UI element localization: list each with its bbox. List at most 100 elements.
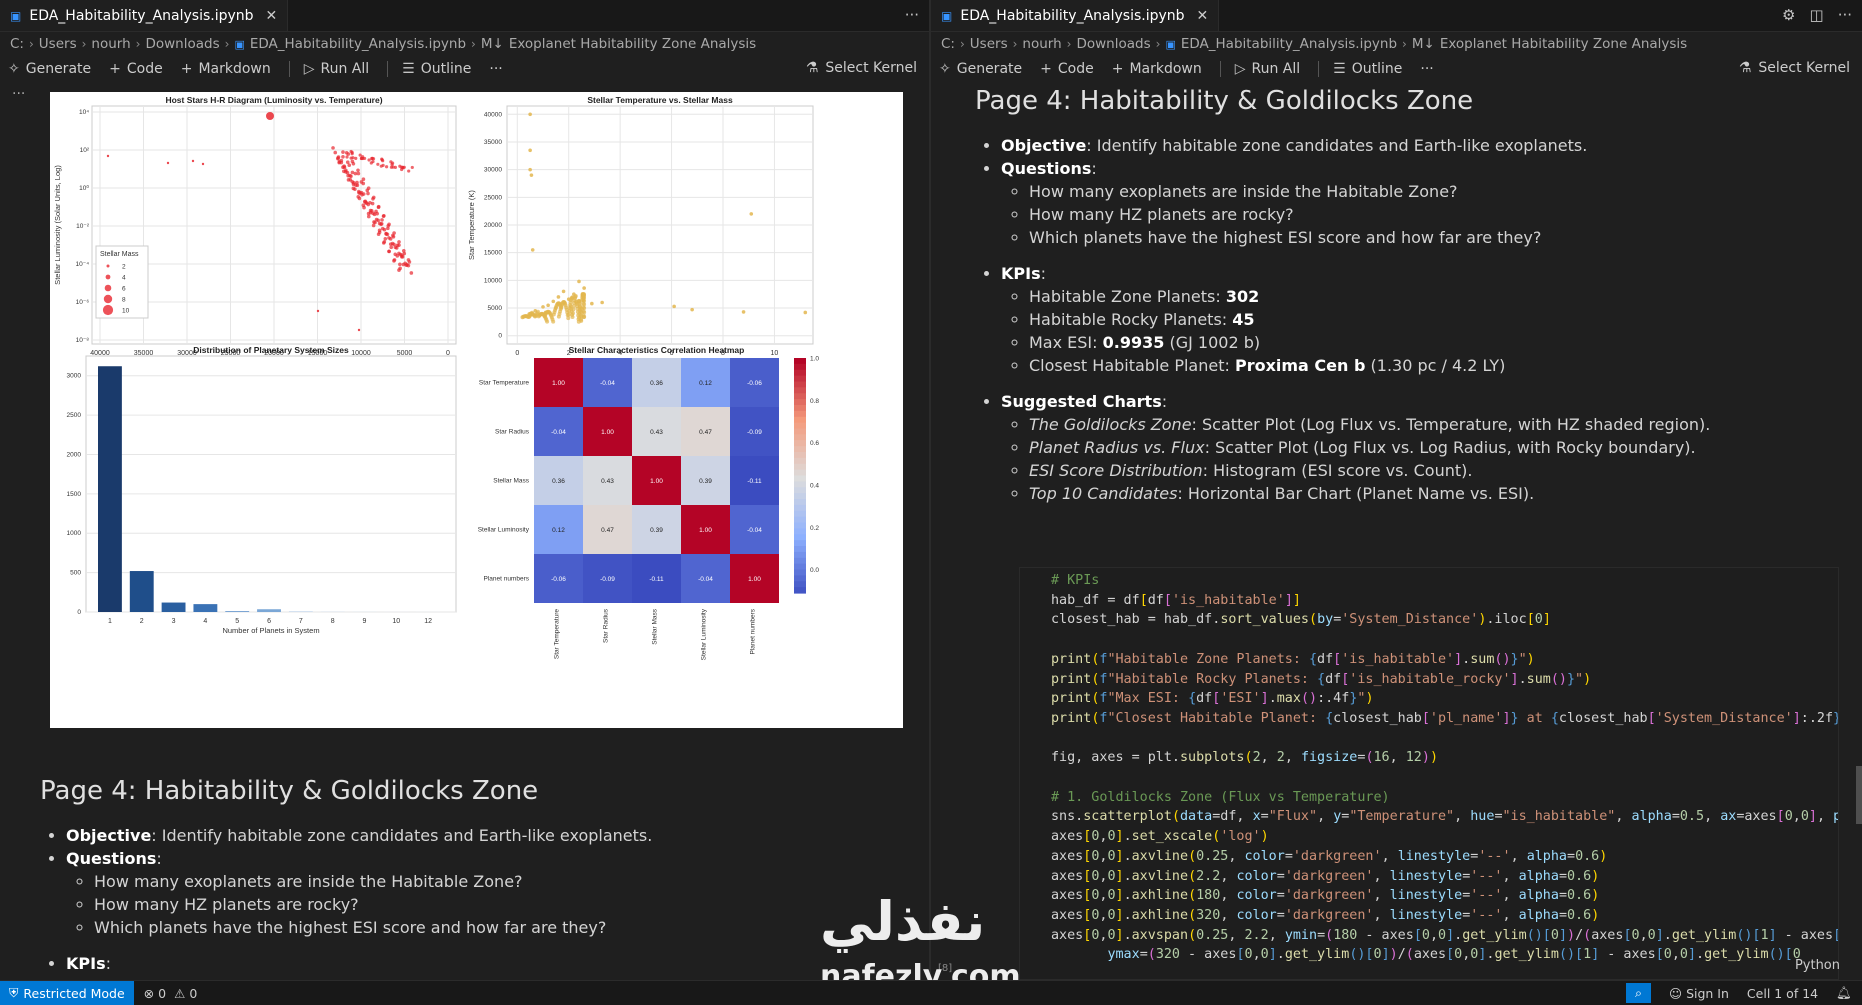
cell-position[interactable]: Cell 1 of 14 — [1747, 986, 1818, 1001]
add-code-button[interactable]: + Code — [1040, 61, 1094, 77]
run-all-button[interactable]: ▷ Run All — [304, 61, 369, 77]
error-icon: ⊗ — [143, 985, 155, 1001]
breadcrumb-file[interactable]: EDA_Habitability_Analysis.ipynb — [250, 36, 466, 52]
bell-icon[interactable]: 🔔︎ — [1836, 985, 1852, 1001]
charts-item: Suggested Charts: The Goldilocks Zone: S… — [1001, 390, 1845, 505]
problems-indicator[interactable]: ⊗ 0 ⚠ 0 — [144, 986, 198, 1001]
add-markdown-button[interactable]: + Markdown — [1112, 61, 1202, 77]
zoom-icon[interactable]: ⌕ — [1626, 983, 1652, 1003]
chevron-right-icon: › — [81, 37, 87, 51]
kpi-label: Habitable Rocky Planets: — [1029, 310, 1233, 329]
warning-icon: ⚠ — [174, 985, 186, 1001]
data-point — [577, 305, 582, 310]
data-point — [398, 266, 402, 271]
add-markdown-button[interactable]: + Markdown — [181, 61, 271, 77]
select-kernel-button[interactable]: ⚗ Select Kernel — [1739, 60, 1850, 76]
data-point — [357, 328, 361, 332]
cell-value: 0.39 — [699, 478, 712, 485]
kpis-item: KPIs: — [66, 952, 920, 975]
data-point — [316, 309, 320, 313]
restricted-mode-button[interactable]: ⛨ Restricted Mode — [0, 981, 134, 1005]
generate-button[interactable]: ✧ Generate — [8, 61, 91, 77]
colorbar-tick: 1.0 — [810, 356, 819, 363]
gear-icon[interactable]: ⚙ — [1782, 6, 1795, 24]
notebook-icon: ▣ — [10, 8, 22, 23]
colorbar-segment — [794, 452, 806, 459]
data-point — [383, 236, 388, 241]
y-tick-label: 5000 — [488, 305, 503, 312]
add-code-button[interactable]: + Code — [109, 61, 163, 77]
left-notebook-tab[interactable]: ▣ EDA_Habitability_Analysis.ipynb ✕ — [0, 0, 289, 31]
generate-button[interactable]: ✧ Generate — [939, 61, 1022, 77]
run-all-label: Run All — [1251, 61, 1301, 77]
cell-value: 1.00 — [699, 527, 712, 534]
y-tick-label: 10⁻⁴ — [76, 261, 90, 268]
data-point — [341, 154, 345, 159]
colorbar-segment — [794, 534, 806, 541]
cell-value: -0.09 — [747, 429, 762, 436]
colorbar-segment — [794, 422, 806, 430]
bar — [225, 611, 250, 612]
data-point — [381, 159, 385, 163]
toolbar-more-button[interactable]: ··· — [1420, 61, 1433, 77]
split-editor-icon[interactable]: ◫ — [1810, 6, 1824, 24]
data-point — [402, 165, 406, 169]
code-cell[interactable]: # KPIs hab_df = df[df['is_habitable']] c… — [1019, 567, 1839, 980]
data-point — [407, 169, 411, 173]
data-point — [529, 173, 534, 177]
breadcrumb-nourh[interactable]: nourh — [1022, 36, 1061, 52]
question-item: How many exoplanets are inside the Habit… — [94, 870, 920, 893]
markdown-label: Markdown — [1129, 61, 1202, 77]
cell-value: -0.04 — [747, 527, 762, 534]
data-point — [570, 295, 575, 300]
sign-in-button[interactable]: ☺ Sign In — [1669, 986, 1729, 1001]
select-kernel-button[interactable]: ⚗ Select Kernel — [806, 60, 917, 76]
cell-language-label[interactable]: Python — [1795, 958, 1840, 973]
breadcrumb-section[interactable]: Exoplanet Habitability Zone Analysis — [509, 36, 756, 52]
data-point — [333, 150, 338, 155]
objective-label: Objective — [66, 826, 152, 845]
data-point — [374, 217, 379, 222]
chevron-right-icon: › — [135, 37, 141, 51]
more-actions-icon[interactable]: ··· — [1838, 6, 1852, 24]
accounts-icon: ☺ — [1669, 985, 1683, 1001]
colorbar-segment — [794, 446, 806, 453]
breadcrumb-users[interactable]: Users — [39, 36, 77, 52]
scrollbar-thumb[interactable] — [1856, 766, 1862, 824]
chevron-right-icon: › — [28, 37, 34, 51]
close-icon[interactable]: ✕ — [1197, 8, 1209, 24]
data-point — [345, 155, 349, 159]
right-notebook-tab[interactable]: ▣ EDA_Habitability_Analysis.ipynb ✕ — [931, 0, 1220, 31]
legend-title: Stellar Mass — [100, 251, 139, 258]
data-point — [566, 316, 571, 321]
outline-button[interactable]: ☰ Outline — [402, 61, 471, 77]
breadcrumb-downloads[interactable]: Downloads — [145, 36, 219, 52]
data-point — [371, 195, 376, 200]
left-editor-pane: ▣ EDA_Habitability_Analysis.ipynb ✕ ··· … — [0, 0, 929, 980]
breadcrumb-users[interactable]: Users — [970, 36, 1008, 52]
data-point — [346, 152, 351, 156]
toolbar-more-button[interactable]: ··· — [489, 61, 502, 77]
toolbar-divider — [1219, 61, 1221, 77]
run-all-button[interactable]: ▷ Run All — [1235, 61, 1300, 77]
breadcrumb-drive[interactable]: C: — [941, 36, 955, 52]
breadcrumb: C: › Users › nourh › Downloads › ▣ EDA_Habit… — [0, 32, 929, 56]
breadcrumb-downloads[interactable]: Downloads — [1076, 36, 1150, 52]
close-icon[interactable]: ✕ — [266, 8, 278, 24]
breadcrumb-nourh[interactable]: nourh — [91, 36, 130, 52]
data-point — [581, 309, 586, 314]
more-actions-icon[interactable]: ··· — [905, 6, 919, 24]
data-point — [371, 157, 376, 161]
y-tick-label: 15000 — [484, 250, 502, 257]
breadcrumb-file[interactable]: EDA_Habitability_Analysis.ipynb — [1181, 36, 1397, 52]
cell-output-menu-icon[interactable]: ··· — [12, 86, 25, 102]
breadcrumb-section[interactable]: Exoplanet Habitability Zone Analysis — [1440, 36, 1687, 52]
colorbar-segment — [794, 493, 806, 500]
colorbar-segment — [794, 581, 806, 588]
cell-value: -0.06 — [747, 380, 762, 387]
outline-button[interactable]: ☰ Outline — [1333, 61, 1402, 77]
kpi-value: 302 — [1225, 287, 1260, 306]
data-point — [367, 158, 371, 162]
chevron-right-icon: › — [1012, 37, 1018, 51]
breadcrumb-drive[interactable]: C: — [10, 36, 24, 52]
